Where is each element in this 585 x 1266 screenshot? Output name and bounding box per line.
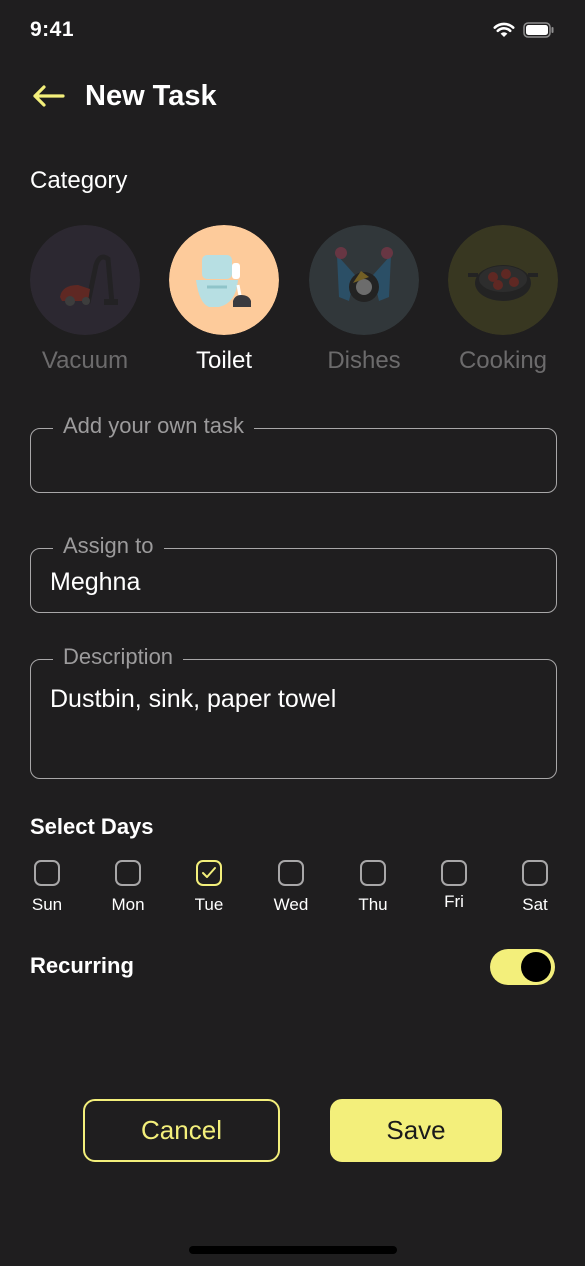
day-sun[interactable]: Sun bbox=[22, 860, 72, 915]
vacuum-icon bbox=[30, 225, 140, 335]
category-label: Category bbox=[30, 167, 128, 194]
select-days-label: Select Days bbox=[30, 814, 154, 839]
battery-icon bbox=[523, 22, 554, 38]
task-field-label: Add your own task bbox=[53, 413, 254, 439]
category-vacuum[interactable]: Vacuum bbox=[30, 225, 140, 375]
wifi-icon bbox=[493, 22, 515, 37]
recurring-label: Recurring bbox=[30, 953, 134, 978]
arrow-left-icon bbox=[33, 85, 65, 107]
status-time: 9:41 bbox=[30, 18, 75, 41]
day-name: Fri bbox=[444, 892, 464, 911]
day-thu[interactable]: Thu bbox=[348, 860, 398, 915]
day-name: Wed bbox=[273, 895, 309, 914]
checkbox[interactable] bbox=[360, 860, 386, 886]
day-name: Thu bbox=[358, 895, 388, 914]
day-name: Sun bbox=[31, 895, 63, 914]
checkbox[interactable] bbox=[522, 860, 548, 886]
category-cooking[interactable]: Cooking bbox=[448, 225, 558, 375]
status-icons bbox=[493, 22, 555, 38]
description-field-label: Description bbox=[53, 644, 184, 670]
checkbox[interactable] bbox=[278, 860, 304, 886]
assign-field[interactable]: Assign to Meghna bbox=[30, 533, 557, 613]
recurring-toggle[interactable] bbox=[490, 949, 555, 985]
description-field-value: Dustbin, sink, paper towel bbox=[50, 685, 337, 713]
checkbox[interactable] bbox=[115, 860, 141, 886]
toggle-knob bbox=[521, 952, 551, 982]
day-fri[interactable]: Fri bbox=[429, 860, 479, 912]
day-name: Sat bbox=[522, 895, 548, 914]
checkbox[interactable] bbox=[441, 860, 467, 886]
back-button[interactable] bbox=[30, 80, 66, 112]
category-name: Vacuum bbox=[41, 347, 129, 374]
home-indicator bbox=[189, 1246, 397, 1254]
day-wed[interactable]: Wed bbox=[266, 860, 316, 915]
toilet-icon bbox=[169, 225, 279, 335]
category-dishes[interactable]: Dishes bbox=[309, 225, 419, 375]
day-mon[interactable]: Mon bbox=[103, 860, 153, 915]
dishes-icon bbox=[309, 225, 419, 335]
checkbox[interactable] bbox=[34, 860, 60, 886]
day-name: Tue bbox=[194, 895, 224, 914]
save-button[interactable]: Save bbox=[330, 1099, 502, 1162]
description-field[interactable]: Description Dustbin, sink, paper towel bbox=[30, 644, 557, 779]
assign-field-label: Assign to bbox=[53, 533, 164, 559]
category-name: Cooking bbox=[458, 347, 548, 374]
cancel-button[interactable]: Cancel bbox=[83, 1099, 280, 1162]
category-toilet[interactable]: Toilet bbox=[169, 225, 279, 375]
day-sat[interactable]: Sat bbox=[510, 860, 560, 915]
category-name: Dishes bbox=[327, 347, 401, 374]
check-icon bbox=[202, 867, 216, 878]
checkbox[interactable] bbox=[196, 860, 222, 886]
task-field[interactable]: Add your own task bbox=[30, 413, 557, 493]
cooking-icon bbox=[448, 225, 558, 335]
day-tue[interactable]: Tue bbox=[184, 860, 234, 915]
category-name: Toilet bbox=[195, 347, 253, 374]
page-title: New Task bbox=[85, 80, 217, 112]
assign-field-value: Meghna bbox=[50, 568, 141, 596]
day-name: Mon bbox=[111, 895, 145, 914]
